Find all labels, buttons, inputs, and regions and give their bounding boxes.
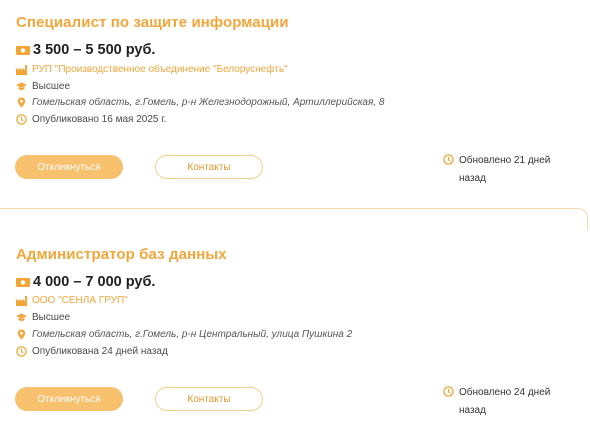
graduation-cap-icon	[16, 81, 27, 92]
money-icon	[16, 277, 30, 287]
updated-info: Обновлено 24 дней назад	[443, 384, 569, 420]
vacancy-card: Администратор баз данных 4 000 – 7 000 р…	[0, 232, 590, 423]
factory-icon	[16, 64, 27, 75]
published-row: Опубликовано 16 мая 2025 г.	[16, 114, 166, 125]
updated-line-2: назад	[459, 405, 486, 416]
updated-line-1: Обновлено 21 дней	[459, 155, 551, 166]
salary-value: 4 000 – 7 000 руб.	[33, 274, 156, 290]
clock-icon	[16, 346, 27, 357]
card-divider	[0, 208, 588, 230]
contacts-button[interactable]: Контакты	[155, 155, 263, 179]
location-pin-icon	[16, 329, 27, 340]
education-value: Высшее	[32, 312, 71, 323]
vacancy-title[interactable]: Администратор баз данных	[16, 246, 227, 263]
employer-name[interactable]: ООО "СЕНЛА ГРУП"	[32, 295, 128, 306]
money-icon	[16, 45, 30, 55]
address-row: Гомельская область, г.Гомель, р-н Центра…	[16, 329, 352, 340]
salary: 4 000 – 7 000 руб.	[16, 274, 155, 290]
vacancy-card: Специалист по защите информации 3 500 – …	[0, 0, 590, 208]
published-row: Опубликована 24 дней назад	[16, 346, 168, 357]
updated-line-1: Обновлено 24 дней	[459, 387, 551, 398]
published-date: Опубликовано 16 мая 2025 г.	[32, 114, 167, 125]
clock-icon	[443, 154, 454, 165]
salary-value: 3 500 – 5 500 руб.	[33, 42, 156, 58]
address-value: Гомельская область, г.Гомель, р-н Железн…	[32, 97, 385, 108]
clock-icon	[443, 386, 454, 397]
factory-icon	[16, 295, 27, 306]
employer-row: РУП "Производственное объединение "Белор…	[16, 64, 288, 75]
education-value: Высшее	[32, 81, 71, 92]
education-row: Высшее	[16, 312, 70, 323]
published-date: Опубликована 24 дней назад	[32, 346, 168, 357]
employer-name[interactable]: РУП "Производственное объединение "Белор…	[32, 64, 288, 75]
updated-info: Обновлено 21 дней назад	[443, 152, 569, 188]
education-row: Высшее	[16, 81, 70, 92]
apply-button[interactable]: Откликнуться	[15, 387, 123, 411]
salary: 3 500 – 5 500 руб.	[16, 42, 155, 58]
vacancy-title[interactable]: Специалист по защите информации	[16, 14, 289, 31]
apply-button[interactable]: Откликнуться	[15, 155, 123, 179]
graduation-cap-icon	[16, 312, 27, 323]
employer-row: ООО "СЕНЛА ГРУП"	[16, 295, 128, 306]
address-row: Гомельская область, г.Гомель, р-н Железн…	[16, 97, 384, 108]
location-pin-icon	[16, 97, 27, 108]
address-value: Гомельская область, г.Гомель, р-н Центра…	[32, 329, 353, 340]
updated-line-2: назад	[459, 173, 486, 184]
clock-icon	[16, 114, 27, 125]
contacts-button[interactable]: Контакты	[155, 387, 263, 411]
